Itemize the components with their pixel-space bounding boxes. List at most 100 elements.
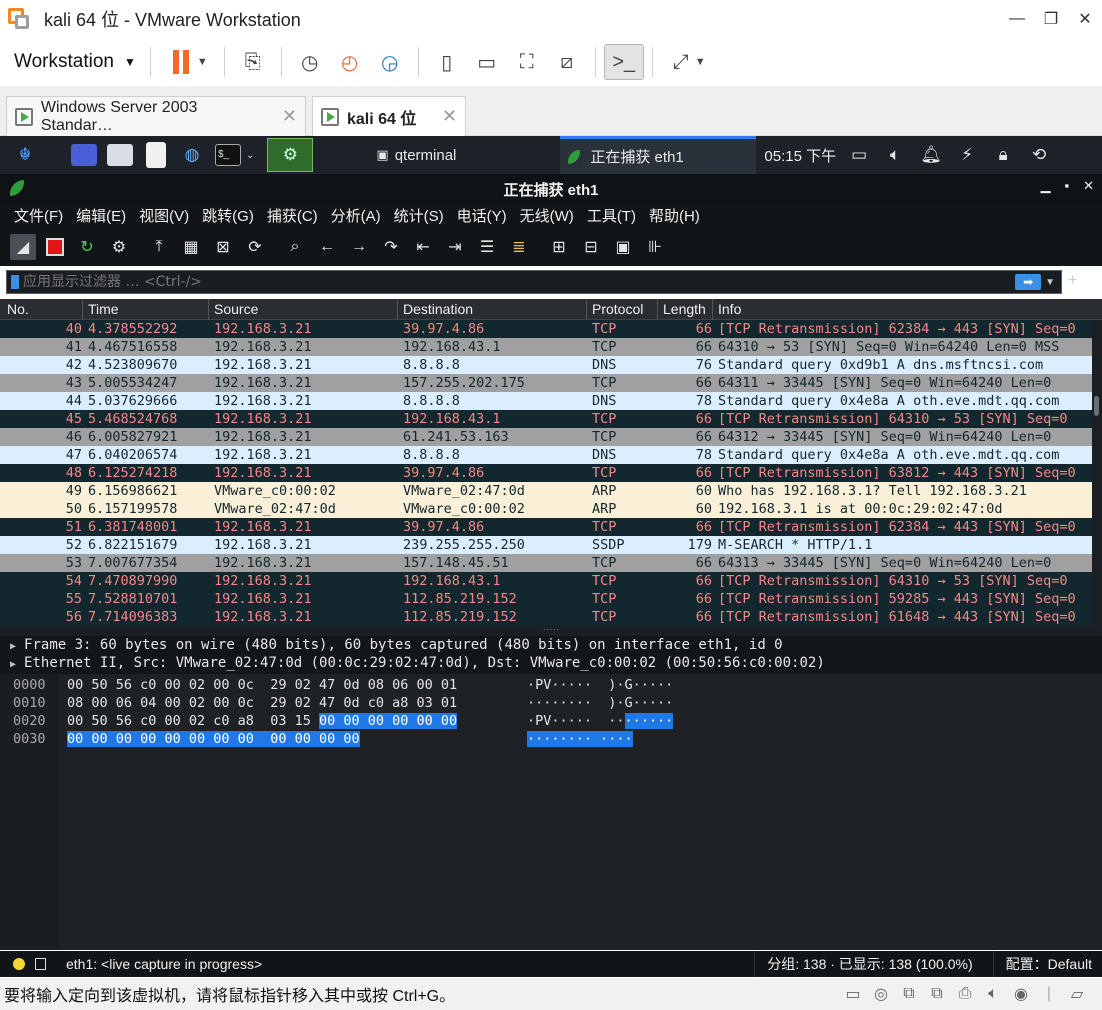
go-to-packet-icon[interactable]: ↷ [378,234,404,260]
volume-icon[interactable]: 🔈︎ [880,141,910,169]
usb-icon[interactable]: ◉ [1010,984,1032,1004]
menu-view[interactable]: 视图(V) [139,205,189,226]
bytes-hex[interactable]: 08 00 06 04 00 02 00 0c 29 02 47 0d c0 a… [67,694,457,712]
reload-file-icon[interactable]: ⟳ [242,234,268,260]
display-icon[interactable]: ▭ [844,141,874,169]
expert-info-led-icon[interactable] [13,958,25,970]
packet-row[interactable]: 49 6.156986621 VMware_c0:00:02 VMware_02:47… [0,482,1092,500]
column-protocol[interactable]: Protocol [592,301,643,317]
menu-go[interactable]: 跳转(G) [202,205,254,226]
menu-statistics[interactable]: 统计(S) [394,205,444,226]
packet-list-scrollbar[interactable] [1092,320,1102,626]
last-packet-icon[interactable]: ⇥ [442,234,468,260]
column-time[interactable]: Time [88,301,119,317]
tab-kali-64[interactable]: kali 64 位 ✕ [312,96,466,136]
chevron-down-icon[interactable]: ▼ [695,56,706,68]
packet-row[interactable]: 43 5.005534247 192.168.3.21 157.255.202.175… [0,374,1092,392]
full-screen-icon[interactable]: ⛶ [507,44,547,80]
workstation-menu[interactable]: Workstation ▼ [14,51,136,73]
bytes-ascii[interactable]: ········ )·G····· [527,694,673,712]
minimize-icon[interactable]: ▁ [1040,178,1050,194]
colorize-icon[interactable]: ≣ [506,234,532,260]
save-file-icon[interactable]: ▦ [178,234,204,260]
terminal-icon[interactable]: $_ [213,141,243,169]
detail-row-frame[interactable]: ▶ Frame 3: 60 bytes on wire (480 bits), 6… [0,636,1102,654]
hard-disk-icon[interactable]: ▭ [842,984,864,1004]
maximize-icon[interactable]: ▪ [1064,178,1069,194]
display-filter-input[interactable] [19,274,1016,290]
kali-dragon-icon[interactable]: ☬ [10,141,40,169]
menu-help[interactable]: 帮助(H) [649,205,700,226]
close-icon[interactable]: ✕ [1083,178,1094,194]
power-manager-icon[interactable]: ⚡︎ [952,141,982,169]
menu-edit[interactable]: 编辑(E) [76,205,126,226]
close-file-icon[interactable]: ⊠ [210,234,236,260]
browser-icon[interactable]: ◍ [177,141,207,169]
bytes-hex[interactable]: 00 50 56 c0 00 02 c0 a8 03 15 00 00 00 0… [67,712,458,730]
column-destination[interactable]: Destination [403,301,473,317]
packet-row[interactable]: 55 7.528810701 192.168.3.21 112.85.219.152 T… [0,590,1092,608]
tab-windows-server-2003[interactable]: Windows Server 2003 Standar… ✕ [6,96,306,136]
packet-row[interactable]: 48 6.125274218 192.168.3.21 39.97.4.86 TCP 66… [0,464,1092,482]
bytes-ascii[interactable]: ·PV····· ········ [527,712,674,730]
chevron-down-icon[interactable]: ▼ [197,56,208,68]
restart-capture-icon[interactable]: ↻ [74,234,100,260]
sidebar-toggle-icon[interactable]: ▯ [427,44,467,80]
start-capture-icon[interactable]: ◢ [10,234,36,260]
packet-row[interactable]: 52 6.822151679 192.168.3.21 239.255.255.250… [0,536,1092,554]
go-back-icon[interactable]: ← [314,234,340,260]
chevron-right-icon[interactable]: ▶ [10,641,16,652]
menu-wireless[interactable]: 无线(W) [520,205,574,226]
chevron-down-icon[interactable]: ▼ [1045,277,1055,288]
packet-row[interactable]: 50 6.157199578 VMware_02:47:0d VMware_c0:00… [0,500,1092,518]
workspace-icon[interactable] [69,141,99,169]
revert-snapshot-icon[interactable]: ◴ [330,44,370,80]
folder-icon[interactable] [105,141,135,169]
find-packet-icon[interactable]: ⌕ [282,234,308,260]
column-length[interactable]: Length [663,301,706,317]
detail-row-ethernet[interactable]: ▶ Ethernet II, Src: VMware_02:47:0d (00:0… [0,654,1102,672]
column-source[interactable]: Source [214,301,258,317]
printer-icon[interactable]: ⎙ [954,985,976,1003]
pane-splitter[interactable]: ····· [0,625,1102,636]
close-icon[interactable]: ✕ [1068,0,1102,38]
zoom-in-icon[interactable]: ⊞ [546,234,572,260]
network-adapter-2-icon[interactable]: ⧉ [926,985,948,1003]
autoscroll-icon[interactable]: ☰ [474,234,500,260]
bytes-hex[interactable]: 00 00 00 00 00 00 00 00 00 00 00 00 [67,730,360,748]
menu-file[interactable]: 文件(F) [14,205,63,226]
packet-row[interactable]: 51 6.381748001 192.168.3.21 39.97.4.86 TCP 66… [0,518,1092,536]
packet-row[interactable]: 46 6.005827921 192.168.3.21 61.241.53.163 TC… [0,428,1092,446]
capture-comment-icon[interactable] [35,958,46,970]
console-view-icon[interactable]: ▭ [467,44,507,80]
status-profile[interactable]: 配置：Default [1006,954,1092,974]
message-icon[interactable]: ▱ [1066,984,1088,1004]
snapshot-manager-icon[interactable]: ◶ [370,44,410,80]
zoom-out-icon[interactable]: ⊟ [578,234,604,260]
minimize-icon[interactable]: — [1000,0,1034,38]
packet-row[interactable]: 40 4.378552292 192.168.3.21 39.97.4.86 TCP 66… [0,320,1092,338]
packet-row[interactable]: 44 5.037629666 192.168.3.21 8.8.8.8 DNS 78 Sta… [0,392,1092,410]
lock-icon[interactable]: 🔒︎ [988,141,1018,169]
bytes-ascii[interactable]: ·PV····· )·G····· [527,676,673,694]
network-adapter-icon[interactable]: ⧉ [898,985,920,1003]
sound-icon[interactable]: 🔈︎ [982,985,1004,1003]
pause-icon[interactable] [172,50,189,74]
packet-row[interactable]: 47 6.040206574 192.168.3.21 8.8.8.8 DNS 78 Sta… [0,446,1092,464]
menu-analyze[interactable]: 分析(A) [331,205,381,226]
column-info[interactable]: Info [718,301,741,317]
menu-capture[interactable]: 捕获(C) [267,205,318,226]
packet-row[interactable]: 54 7.470897990 192.168.3.21 192.168.43.1 TCP… [0,572,1092,590]
restore-icon[interactable]: ❐ [1034,0,1068,38]
scrollbar-thumb[interactable] [1094,396,1099,416]
unity-icon[interactable]: ⧄ [547,44,587,80]
first-packet-icon[interactable]: ⇤ [410,234,436,260]
logout-icon[interactable]: ⟲ [1024,141,1054,169]
resize-columns-icon[interactable]: ⊪ [642,234,668,260]
bytes-hex[interactable]: 00 50 56 c0 00 02 00 0c 29 02 47 0d 08 0… [67,676,457,694]
menu-telephony[interactable]: 电话(Y) [457,205,507,226]
bookmark-icon[interactable] [11,275,19,289]
close-icon[interactable]: ✕ [272,106,297,127]
task-qterminal[interactable]: ▣ qterminal [368,136,560,174]
add-filter-button-icon[interactable]: + [1068,272,1077,290]
